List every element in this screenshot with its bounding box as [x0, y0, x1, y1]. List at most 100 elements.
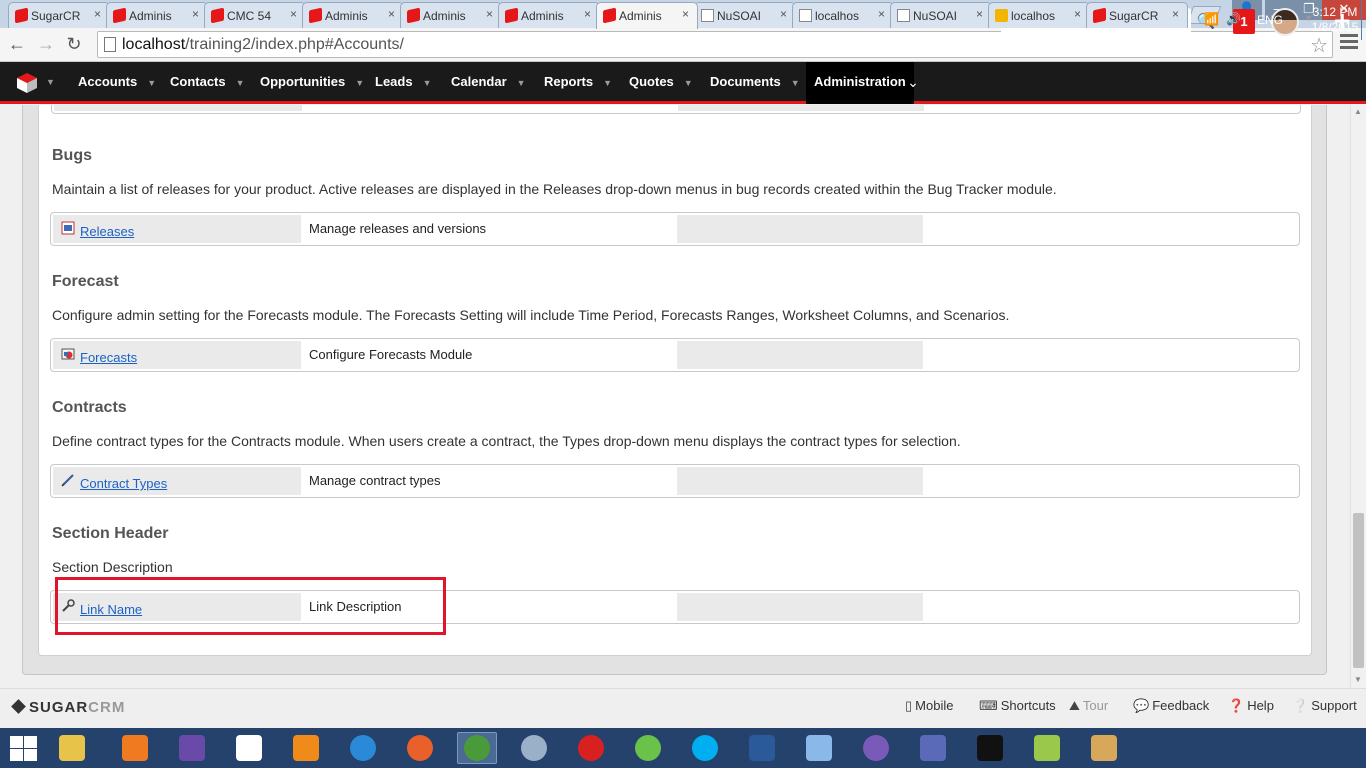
tab-close-icon[interactable]: × [976, 7, 983, 21]
volume-icon[interactable]: 🔊 [1226, 12, 1241, 26]
skype-icon[interactable] [685, 732, 725, 764]
browser-tab[interactable]: NuSOAI × [890, 2, 992, 28]
admin-link[interactable]: Contract Types [80, 476, 167, 491]
nav-caret-icon[interactable]: ▼ [355, 78, 364, 88]
browser-tab[interactable]: Adminis × [596, 2, 698, 29]
firefox-icon[interactable] [400, 732, 440, 764]
page-scrollbar[interactable]: ▲ ▼ [1350, 105, 1366, 688]
scroll-up-icon[interactable]: ▲ [1354, 107, 1362, 116]
nav-caret-icon[interactable]: ▼ [517, 78, 526, 88]
nav-quotes[interactable]: Quotes ▼ [629, 62, 693, 104]
section-title: Contracts [52, 399, 127, 416]
show-desktop-button[interactable] [1361, 0, 1366, 40]
scroll-down-icon[interactable]: ▼ [1354, 675, 1362, 684]
reload-button[interactable]: ↻ [62, 32, 86, 56]
browser-tab[interactable]: localhos × [988, 2, 1090, 28]
nav-leads[interactable]: Leads ▼ [375, 62, 432, 104]
virtualbox-icon[interactable] [799, 732, 839, 764]
nav-opportunities[interactable]: Opportunities ▼ [260, 62, 364, 104]
nav-reports[interactable]: Reports ▼ [544, 62, 612, 104]
internet-explorer-glyph [350, 735, 376, 761]
gimp-icon[interactable] [229, 732, 269, 764]
admin-link[interactable]: Forecasts [80, 350, 137, 365]
tab-favicon-icon [995, 9, 1008, 22]
address-bar[interactable]: localhost/training2/index.php#Accounts/ … [97, 31, 1333, 58]
back-button[interactable]: ← [5, 32, 29, 56]
footer-tour-link[interactable]: ⛰ Tour [1069, 698, 1108, 714]
clock[interactable]: 3:12 PM 1/8/2015 [1305, 5, 1365, 35]
chrome-icon[interactable] [457, 732, 497, 764]
nav-more-chevron-icon[interactable]: ⌄ [900, 62, 926, 104]
footer-label: Support [1311, 698, 1357, 713]
cmd-icon[interactable] [970, 732, 1010, 764]
bookmark-star-icon[interactable]: ☆ [1310, 33, 1328, 58]
footer-label: Tour [1082, 698, 1109, 713]
nav-accounts[interactable]: Accounts ▼ [78, 62, 156, 104]
windows-start-button[interactable] [8, 734, 38, 762]
tab-label: CMC 54 [227, 8, 272, 23]
nav-caret-icon[interactable]: ▼ [236, 78, 245, 88]
browser-tab[interactable]: SugarCR × [1086, 2, 1188, 28]
tab-close-icon[interactable]: × [192, 7, 199, 21]
nav-contacts[interactable]: Contacts ▼ [170, 62, 245, 104]
footer-support-link[interactable]: ❔ Support [1292, 698, 1357, 714]
tab-close-icon[interactable]: × [682, 7, 689, 21]
browser-tab[interactable]: Adminis × [498, 2, 600, 28]
nav-caret-icon[interactable]: ▼ [423, 78, 432, 88]
tab-close-icon[interactable]: × [1074, 7, 1081, 21]
link-cell: Releases [53, 215, 301, 243]
nav-label: Reports [544, 74, 594, 89]
browser-tab[interactable]: Adminis × [400, 2, 502, 28]
footer-help-link[interactable]: ❓ Help [1228, 698, 1274, 714]
nav-caret-icon[interactable]: ▼ [147, 78, 156, 88]
admin-link-row: Contract Types Manage contract types [50, 464, 1300, 498]
nav-calendar[interactable]: Calendar ▼ [451, 62, 526, 104]
nav-caret-icon[interactable]: ▼ [684, 78, 693, 88]
powershell-icon[interactable] [742, 732, 782, 764]
xampp-icon[interactable] [115, 732, 155, 764]
footer-shortcuts-link[interactable]: ⌨ Shortcuts [979, 698, 1056, 714]
nav-administration[interactable]: Administration [806, 62, 914, 104]
logo-caret-icon[interactable]: ▼ [46, 62, 55, 104]
browser-tab[interactable]: NuSOAI × [694, 2, 796, 28]
network-signal-icon[interactable]: 📶 [1204, 12, 1219, 26]
github-icon[interactable] [856, 732, 896, 764]
tab-label: SugarCR [1109, 8, 1159, 23]
paint-icon[interactable] [1084, 732, 1124, 764]
php-designer-icon[interactable] [913, 732, 953, 764]
browser-tab[interactable]: CMC 54 × [204, 2, 306, 28]
tab-close-icon[interactable]: × [290, 7, 297, 21]
tab-close-icon[interactable]: × [780, 7, 787, 21]
section-title: Bugs [52, 147, 92, 164]
browser-tab[interactable]: SugarCR × [8, 2, 110, 28]
scroll-thumb[interactable] [1353, 513, 1364, 668]
footer-feedback-link[interactable]: 💬 Feedback [1133, 698, 1209, 714]
tab-close-icon[interactable]: × [388, 7, 395, 21]
browser-tab[interactable]: Adminis × [106, 2, 208, 28]
tab-favicon-icon [15, 7, 28, 24]
opera-icon[interactable] [571, 732, 611, 764]
file-explorer-icon[interactable] [52, 732, 92, 764]
tab-close-icon[interactable]: × [1172, 7, 1179, 21]
nav-caret-icon[interactable]: ▼ [791, 78, 800, 88]
input-language[interactable]: ENG [1257, 13, 1283, 27]
visual-studio-icon[interactable] [172, 732, 212, 764]
tab-label: NuSOAI [913, 8, 958, 23]
sugar-logo-cube-icon[interactable] [16, 72, 38, 94]
tab-close-icon[interactable]: × [584, 7, 591, 21]
utorrent-icon[interactable] [628, 732, 668, 764]
safari-icon[interactable] [514, 732, 554, 764]
tab-close-icon[interactable]: × [94, 7, 101, 21]
browser-tab[interactable]: Adminis × [302, 2, 404, 28]
internet-explorer-icon[interactable] [343, 732, 383, 764]
nav-caret-icon[interactable]: ▼ [603, 78, 612, 88]
footer-mobile-link[interactable]: ▯ Mobile [905, 698, 953, 714]
vlc-icon[interactable] [286, 732, 326, 764]
tab-close-icon[interactable]: × [486, 7, 493, 21]
admin-link[interactable]: Releases [80, 224, 134, 239]
browser-tab[interactable]: localhos × [792, 2, 894, 28]
tab-close-icon[interactable]: × [878, 7, 885, 21]
forward-button[interactable]: → [34, 32, 58, 56]
nav-documents[interactable]: Documents ▼ [710, 62, 800, 104]
notepad-plus-icon[interactable] [1027, 732, 1067, 764]
